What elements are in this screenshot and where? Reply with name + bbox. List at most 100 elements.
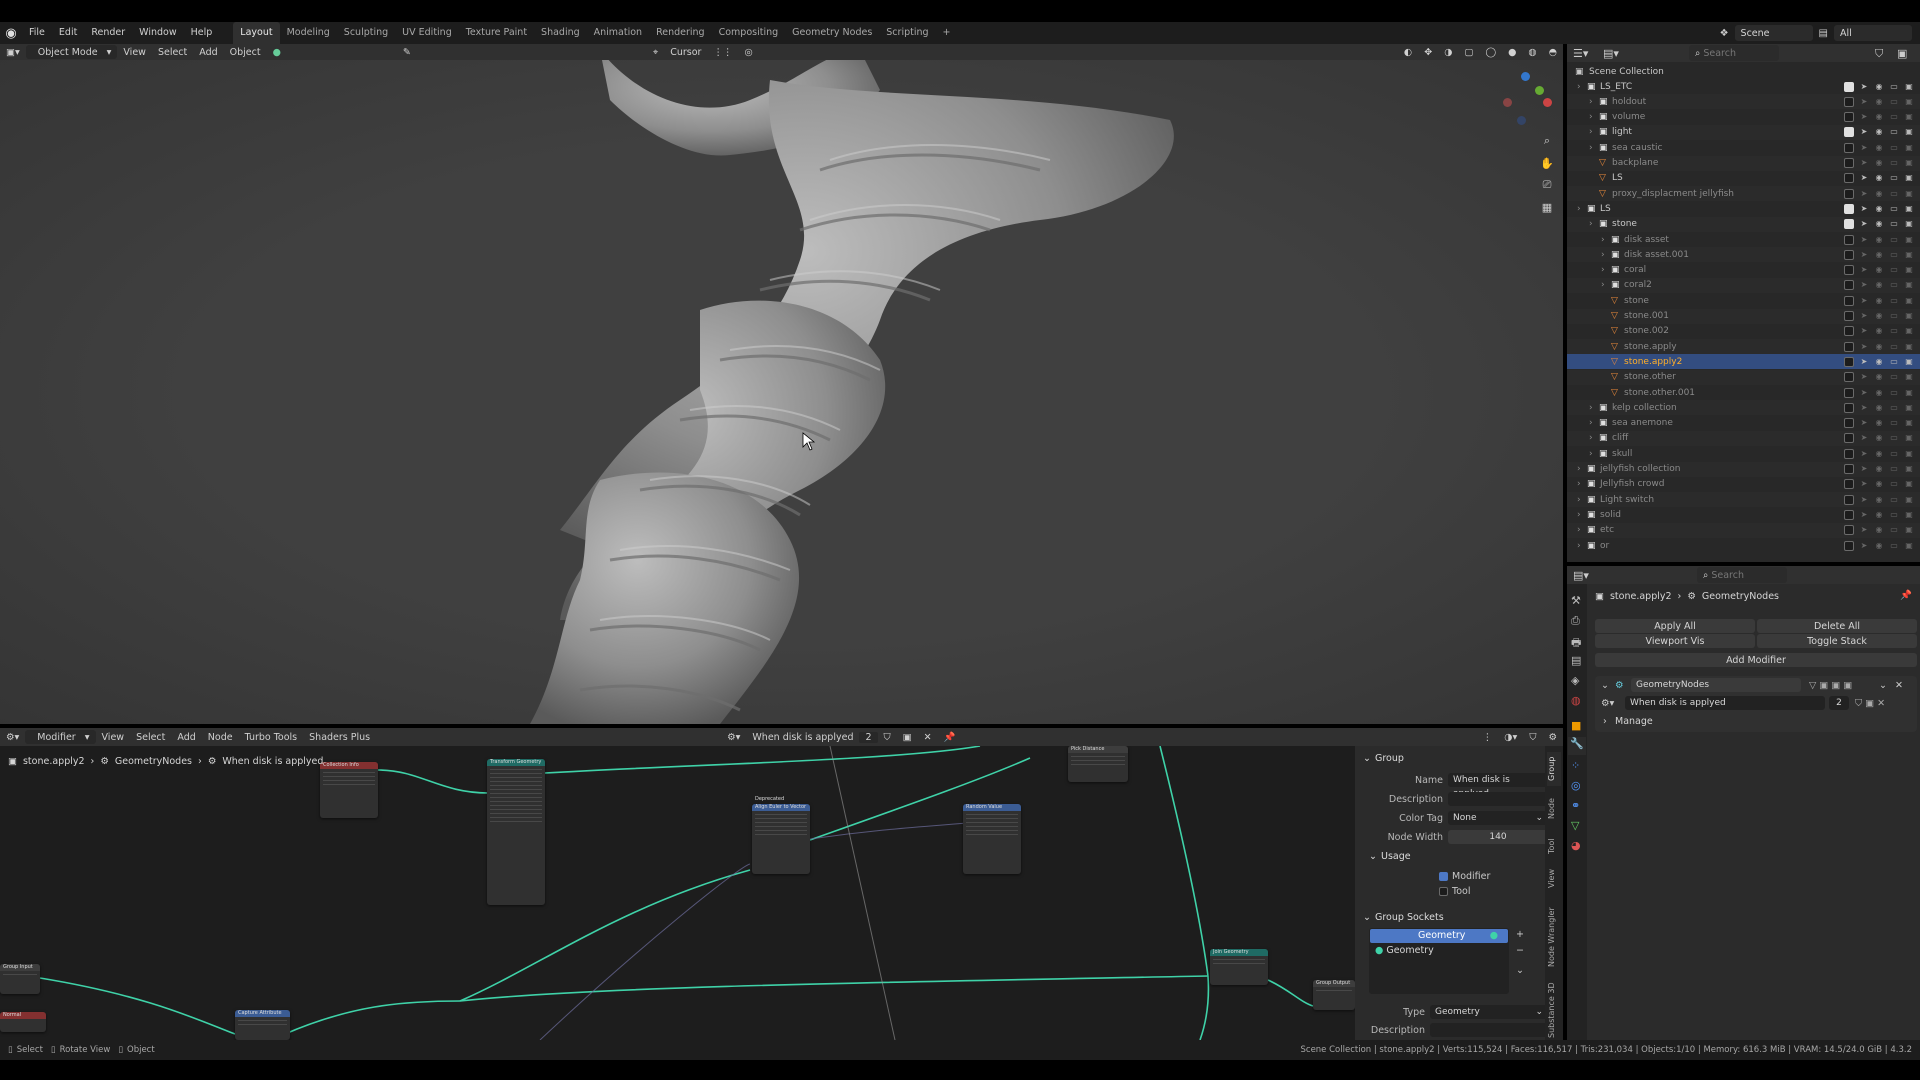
duplicate-icon[interactable]: ▣	[897, 732, 918, 743]
object-mode-dropdown[interactable]: Object Mode ▾	[25, 45, 118, 59]
select-arrow-icon[interactable]: ➤	[1859, 158, 1869, 168]
group-panel-header[interactable]: Group	[1375, 753, 1404, 764]
outliner-row[interactable]: ▽ stone.002 ➤ ◉ ▭ ▣	[1567, 324, 1920, 339]
outliner-row[interactable]: ▽ stone.001 ➤ ◉ ▭ ▣	[1567, 308, 1920, 324]
eye-icon[interactable]: ◉	[1874, 418, 1884, 428]
sidebar-tab-substance[interactable]: Substance 3D	[1547, 980, 1561, 1040]
eye-icon[interactable]: ◉	[1874, 235, 1884, 245]
outliner-row[interactable]: ▽ stone.apply2 ➤ ◉ ▭ ▣	[1567, 354, 1920, 370]
pan-hand-icon[interactable]: ✋	[1538, 154, 1556, 172]
monitor-icon[interactable]: ▭	[1889, 311, 1899, 321]
eye-icon[interactable]: ◉	[1874, 357, 1884, 367]
navigation-gizmo[interactable]	[1495, 72, 1555, 132]
select-arrow-icon[interactable]: ➤	[1859, 541, 1869, 551]
menu-edit[interactable]: Edit	[52, 22, 84, 44]
gizmo-neg-z-icon[interactable]	[1517, 116, 1526, 125]
snap-icon[interactable]: ⋮⋮	[707, 47, 738, 58]
overlay-icon[interactable]: ◑	[1438, 47, 1458, 58]
select-arrow-icon[interactable]: ➤	[1859, 82, 1869, 92]
exclude-checkbox[interactable]	[1844, 265, 1854, 276]
camera-icon[interactable]: ▣	[1904, 280, 1914, 290]
monitor-icon[interactable]: ▭	[1889, 158, 1899, 168]
tab-scripting[interactable]: Scripting	[879, 22, 935, 44]
select-arrow-icon[interactable]: ➤	[1859, 112, 1869, 122]
node-width-field[interactable]: 140	[1448, 830, 1548, 844]
camera-icon[interactable]: ▣	[1904, 449, 1914, 459]
exclude-checkbox[interactable]	[1844, 448, 1854, 459]
outliner-row[interactable]: ▽ proxy_displacment jellyfish ➤ ◉ ▭ ▣	[1567, 186, 1920, 202]
outliner-row[interactable]: › ▣ LS_ETC ➤ ◉ ▭ ▣	[1567, 79, 1920, 94]
exclude-checkbox[interactable]	[1844, 402, 1854, 413]
select-arrow-icon[interactable]: ➤	[1859, 449, 1869, 459]
select-arrow-icon[interactable]: ➤	[1859, 127, 1869, 137]
tab-animation[interactable]: Animation	[587, 22, 649, 44]
group-input-node[interactable]: Group Input	[0, 964, 40, 994]
eye-icon[interactable]: ◉	[1874, 342, 1884, 352]
tab-layout[interactable]: Layout	[233, 22, 280, 44]
snapping-icon[interactable]: ⋮	[1477, 732, 1499, 743]
eye-icon[interactable]: ◉	[1874, 189, 1884, 199]
capture-attribute-node[interactable]: Capture Attribute	[235, 1010, 290, 1040]
outliner-row[interactable]: ▽ backplane ➤ ◉ ▭ ▣	[1567, 155, 1920, 171]
select-arrow-icon[interactable]: ➤	[1859, 525, 1869, 535]
socket-item-input[interactable]: ● Geometry	[1375, 945, 1434, 956]
monitor-icon[interactable]: ▭	[1889, 403, 1899, 413]
viewport-menu-add[interactable]: Add	[193, 47, 223, 58]
monitor-icon[interactable]: ▭	[1889, 449, 1899, 459]
manage-chevron-icon[interactable]: ›	[1603, 716, 1607, 727]
select-arrow-icon[interactable]: ➤	[1859, 219, 1869, 229]
particles-tab-icon[interactable]: ⁘	[1571, 759, 1580, 772]
node-group-user-count[interactable]: 2	[859, 731, 878, 743]
3d-viewport[interactable]: ⌕ ✋ ⎚ ▦	[0, 60, 1563, 724]
select-arrow-icon[interactable]: ➤	[1859, 189, 1869, 199]
eye-icon[interactable]: ◉	[1874, 464, 1884, 474]
visibility-icon[interactable]: ◐	[1398, 47, 1418, 58]
modifier-menu-chevron-icon[interactable]: ⌄	[1879, 680, 1887, 691]
select-arrow-icon[interactable]: ➤	[1859, 296, 1869, 306]
node-menu-turbo-tools[interactable]: Turbo Tools	[239, 732, 304, 743]
scene-icon[interactable]: ❖	[1720, 28, 1729, 39]
monitor-icon[interactable]: ▭	[1889, 173, 1899, 183]
outliner-row[interactable]: ▽ LS ➤ ◉ ▭ ▣	[1567, 171, 1920, 186]
filter-icon[interactable]: ⛉	[1875, 47, 1883, 61]
group-panel-chevron-icon[interactable]: ⌄	[1363, 753, 1371, 764]
select-arrow-icon[interactable]: ➤	[1859, 464, 1869, 474]
exclude-checkbox[interactable]	[1844, 341, 1854, 352]
expand-chevron-icon[interactable]: ›	[1577, 82, 1581, 92]
select-arrow-icon[interactable]: ➤	[1859, 418, 1869, 428]
expand-chevron-icon[interactable]: ›	[1589, 449, 1593, 459]
apply-all-button[interactable]: Apply All	[1595, 619, 1755, 633]
monitor-icon[interactable]: ▭	[1889, 143, 1899, 153]
outliner-row[interactable]: › ▣ sea anemone ➤ ◉ ▭ ▣	[1567, 416, 1920, 431]
node-group-actions-icons[interactable]: ⛉▣✕	[1855, 698, 1888, 709]
camera-icon[interactable]: ▣	[1904, 464, 1914, 474]
expand-chevron-icon[interactable]: ›	[1601, 265, 1605, 275]
monitor-icon[interactable]: ▭	[1889, 82, 1899, 92]
output-tab-icon[interactable]: 🖶	[1571, 634, 1581, 653]
gizmo-y-icon[interactable]	[1535, 86, 1544, 95]
outliner-row[interactable]: ▽ stone.other.001 ➤ ◉ ▭ ▣	[1567, 385, 1920, 400]
gizmo-z-icon[interactable]	[1521, 72, 1530, 81]
exclude-checkbox[interactable]	[1844, 188, 1854, 199]
gizmo-neg-x-icon[interactable]	[1503, 98, 1512, 107]
expand-chevron-icon[interactable]: ›	[1577, 204, 1581, 214]
delete-all-button[interactable]: Delete All	[1757, 619, 1917, 633]
eye-icon[interactable]: ◉	[1874, 219, 1884, 229]
monitor-icon[interactable]: ▭	[1889, 326, 1899, 336]
viewport-menu-view[interactable]: View	[117, 47, 152, 58]
node-menu-select[interactable]: Select	[130, 732, 171, 743]
exclude-checkbox[interactable]	[1844, 127, 1854, 138]
filter-nodes-icon[interactable]: ⛉	[1523, 732, 1542, 743]
exclude-checkbox[interactable]	[1844, 540, 1854, 551]
eye-icon[interactable]: ◉	[1874, 326, 1884, 336]
select-arrow-icon[interactable]: ➤	[1859, 510, 1869, 520]
node-group-name[interactable]: When disk is applyed	[746, 732, 859, 743]
gizmo-icon[interactable]: ✥	[1418, 47, 1438, 58]
select-arrow-icon[interactable]: ➤	[1859, 204, 1869, 214]
socket-description-field[interactable]	[1430, 1023, 1548, 1037]
select-arrow-icon[interactable]: ➤	[1859, 250, 1869, 260]
outliner-row[interactable]: › ▣ Light switch ➤ ◉ ▭ ▣	[1567, 492, 1920, 508]
add-workspace-button[interactable]: +	[936, 22, 958, 44]
scene-tab-icon[interactable]: ◈	[1571, 674, 1579, 687]
tab-texture-paint[interactable]: Texture Paint	[459, 22, 534, 44]
